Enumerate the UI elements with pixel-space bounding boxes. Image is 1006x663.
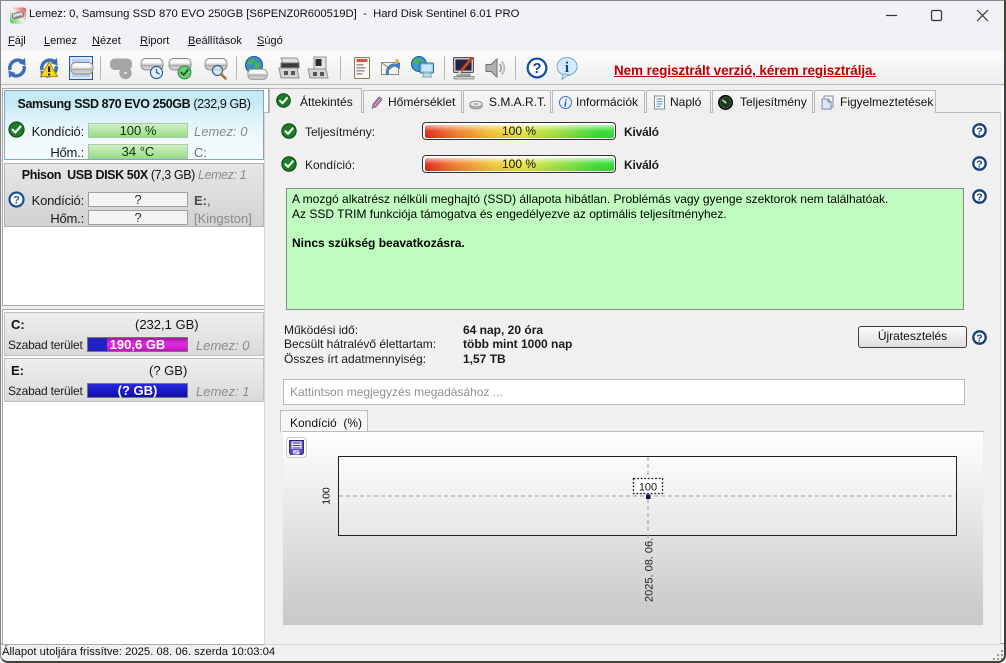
svg-text:i: i: [564, 99, 567, 110]
svg-text:?: ?: [976, 125, 982, 137]
svg-text:100: 100: [321, 487, 333, 505]
svg-text:?: ?: [533, 61, 542, 77]
svg-text:2025. 08. 06.: 2025. 08. 06.: [644, 538, 656, 602]
svg-text:i: i: [565, 60, 569, 76]
svg-text:?: ?: [976, 191, 982, 203]
svg-text:?: ?: [976, 158, 982, 170]
svg-text:100: 100: [639, 482, 657, 494]
svg-text:?: ?: [976, 332, 982, 344]
